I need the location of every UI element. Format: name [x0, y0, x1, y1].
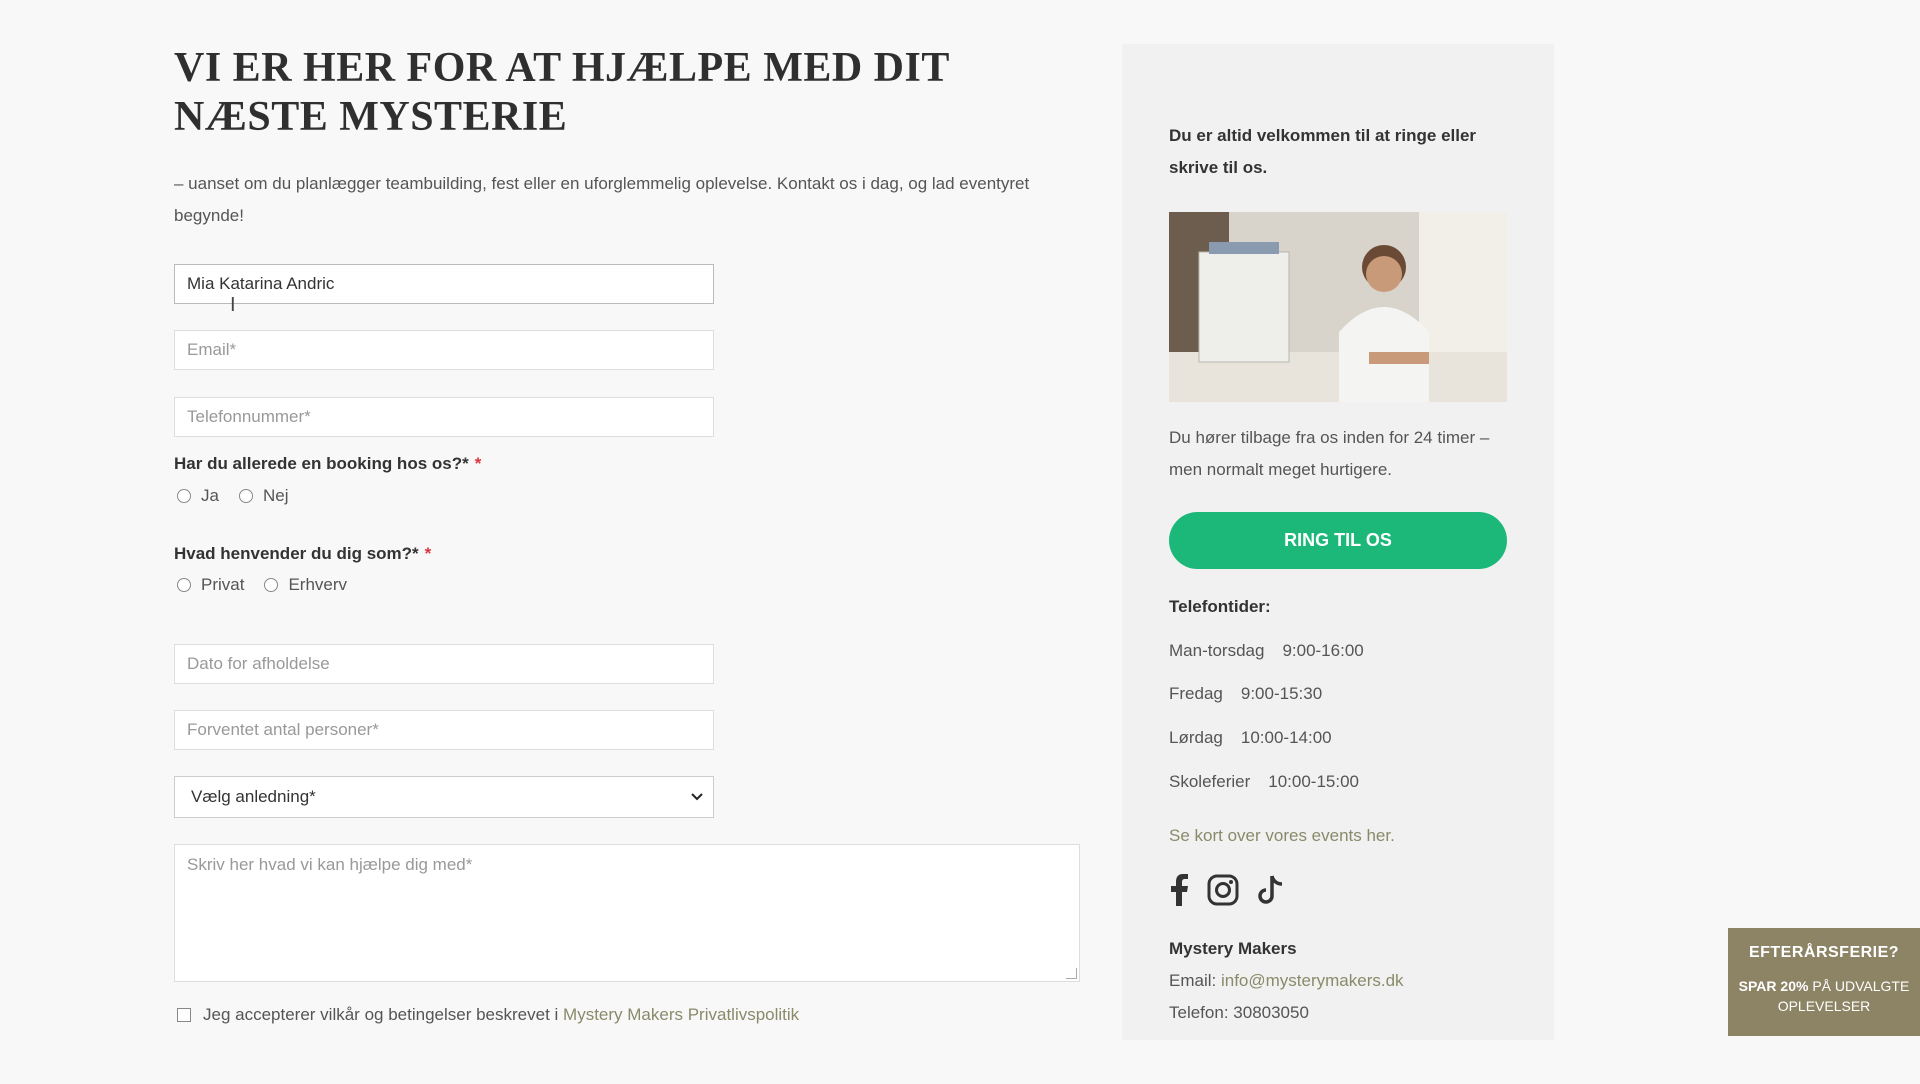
email-placeholder: Email* [187, 340, 237, 359]
call-us-button[interactable]: RING TIL OS [1169, 512, 1507, 569]
booking-radio-group: Ja Nej [177, 486, 288, 506]
message-textarea[interactable]: Skriv her hvad vi kan hjælpe dig med* [174, 844, 1080, 982]
booking-question: Har du allerede en booking hos os?* * [174, 454, 482, 473]
hours-row: Fredag 9:00-15:30 [1169, 684, 1323, 703]
accept-terms: Jeg accepterer vilkår og betingelser bes… [177, 1005, 799, 1025]
contact-form-section: VI ER HER FOR AT HJÆLPE MED DIT NÆSTE MY… [174, 44, 1080, 1024]
support-agent-photo [1169, 212, 1507, 402]
phone-input[interactable]: Telefonnummer* [174, 397, 714, 437]
radio-no[interactable]: Nej [238, 486, 288, 506]
name-input[interactable]: Mia Katarina Andric [174, 264, 714, 304]
phone-placeholder: Telefonnummer* [187, 407, 311, 426]
page-title: VI ER HER FOR AT HJÆLPE MED DIT NÆSTE MY… [174, 45, 950, 140]
audience-question: Hvad henvender du dig som?* * [174, 544, 432, 563]
facebook-icon[interactable] [1169, 874, 1189, 906]
email-link[interactable]: info@mysterymakers.dk [1221, 971, 1404, 990]
contact-email: Email: info@mysterymakers.dk [1169, 971, 1404, 990]
sidebar-welcome: Du er altid velkommen til at ringe eller… [1169, 126, 1477, 177]
phone-hours-title: Telefontider: [1169, 597, 1271, 616]
privacy-policy-link[interactable]: Mystery Makers Privatlivspolitik [563, 1005, 799, 1024]
contact-phone: Telefon: 30803050 [1169, 1003, 1309, 1022]
radio-business[interactable]: Erhverv [264, 575, 347, 595]
events-map-link[interactable]: Se kort over vores events her. [1169, 826, 1507, 846]
reply-time-text: Du hører tilbage fra os inden for 24 tim… [1169, 428, 1490, 479]
radio-circle-icon[interactable] [264, 578, 279, 592]
accept-checkbox[interactable] [177, 1008, 191, 1022]
date-input[interactable]: Dato for afholdelse [174, 644, 714, 684]
required-marker: * [424, 544, 432, 563]
tiktok-icon[interactable] [1257, 874, 1285, 906]
company-name: Mystery Makers [1169, 939, 1297, 958]
accept-text: Jeg accepterer vilkår og betingelser bes… [203, 1005, 559, 1024]
resize-handle-icon[interactable] [1066, 968, 1077, 979]
phone-value: 30803050 [1233, 1003, 1309, 1022]
hours-row: Skoleferier 10:00-15:00 [1169, 772, 1360, 791]
form: Mia Katarina Andric I Email* Telefonnumm… [174, 264, 1084, 1084]
text-cursor-icon: I [230, 294, 236, 316]
occasion-select[interactable]: Vælg anledning* [174, 776, 714, 818]
social-links [1169, 874, 1507, 906]
radio-circle-icon[interactable] [177, 578, 191, 592]
promo-title: EFTERÅRSFERIE? [1748, 944, 1900, 961]
promo-text: SPAR 20% PÅ UDVALGTE OPLEVELSER [1738, 978, 1910, 1014]
email-input[interactable]: Email* [174, 330, 714, 370]
instagram-icon[interactable] [1207, 874, 1239, 906]
required-marker: * [474, 454, 482, 473]
hours-row: Lørdag 10:00-14:00 [1169, 728, 1332, 747]
contact-sidebar: Du er altid velkommen til at ringe eller… [1122, 44, 1554, 1040]
radio-private[interactable]: Privat [177, 575, 244, 595]
audience-radio-group: Privat Erhverv [177, 575, 347, 595]
radio-yes[interactable]: Ja [177, 486, 219, 506]
promo-banner[interactable]: EFTERÅRSFERIE? SPAR 20% PÅ UDVALGTE OPLE… [1728, 928, 1920, 1036]
chevron-down-icon [691, 793, 703, 801]
name-value: Mia Katarina Andric [187, 274, 335, 293]
hours-row: Man-torsdag 9:00-16:00 [1169, 641, 1364, 660]
intro-text: – uanset om du planlægger teambuilding, … [174, 174, 1030, 225]
radio-circle-icon[interactable] [238, 489, 253, 503]
radio-circle-icon[interactable] [177, 489, 191, 503]
persons-input[interactable]: Forventet antal personer* [174, 710, 714, 750]
